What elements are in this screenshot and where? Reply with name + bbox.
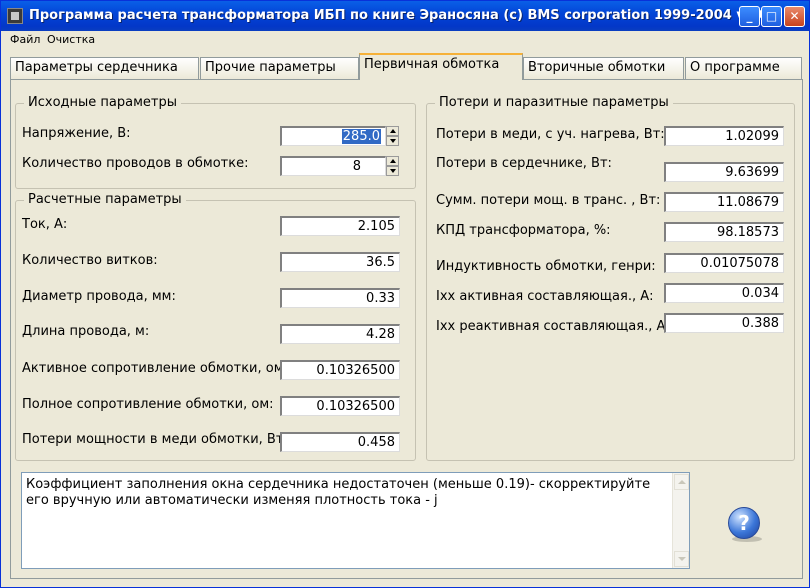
- message-textarea[interactable]: Коэффициент заполнения окна сердечника н…: [21, 472, 690, 569]
- active-resistance-value[interactable]: 0.10326500: [280, 360, 400, 380]
- maximize-button[interactable]: □: [761, 6, 782, 27]
- ixx-reactive-value[interactable]: 0.388: [664, 313, 784, 333]
- title-bar[interactable]: Программа расчета трансформатора ИБП по …: [1, 1, 809, 31]
- tab-primary-winding[interactable]: Первичная обмотка: [359, 53, 523, 80]
- group-title: Потери и паразитные параметры: [435, 95, 673, 110]
- total-loss-label: Сумм. потери мощ. в транс. , Вт:: [436, 193, 661, 208]
- ixx-active-label: Ixx активная составляющая., А:: [436, 289, 654, 304]
- scroll-up-icon[interactable]: [674, 474, 689, 490]
- copper-heat-loss-value[interactable]: 1.02099: [664, 126, 784, 146]
- inductance-value[interactable]: 0.01075078: [664, 253, 784, 273]
- tab-secondary-windings[interactable]: Вторичные обмотки: [523, 57, 684, 79]
- close-button[interactable]: ✕: [784, 6, 805, 27]
- copper-heat-loss-label: Потери в меди, с уч. нагрева, Вт:: [436, 127, 665, 142]
- vertical-scrollbar[interactable]: [672, 473, 689, 568]
- wires-label: Количество проводов в обмотке:: [22, 156, 249, 171]
- current-label: Ток, А:: [22, 217, 68, 232]
- active-resistance-label: Активное сопротивление обмотки, ом:: [22, 361, 288, 376]
- app-icon[interactable]: [7, 8, 23, 24]
- voltage-input[interactable]: 285.0: [280, 126, 386, 146]
- copper-loss-value[interactable]: 0.458: [280, 432, 400, 452]
- menu-clean[interactable]: Очистка: [47, 33, 95, 46]
- menu-file[interactable]: Файл: [10, 33, 40, 46]
- wire-length-label: Длина провода, м:: [22, 324, 150, 339]
- inductance-label: Индуктивность обмотки, генри:: [436, 259, 656, 274]
- core-loss-value[interactable]: 9.63699: [664, 162, 784, 182]
- tab-other-params[interactable]: Прочие параметры: [200, 57, 359, 79]
- scroll-down-icon[interactable]: [674, 551, 689, 567]
- efficiency-value[interactable]: 98.18573: [664, 222, 784, 242]
- wire-length-value[interactable]: 4.28: [280, 324, 400, 344]
- source-params-group: Исходные параметры: [15, 95, 416, 189]
- spin-down-icon[interactable]: [386, 166, 399, 176]
- question-mark-icon: ?: [738, 511, 750, 535]
- copper-loss-label: Потери мощности в меди обмотки, Вт:: [22, 432, 288, 447]
- total-resistance-value[interactable]: 0.10326500: [280, 396, 400, 416]
- tab-strip: Параметры сердечника Прочие параметры Пе…: [1, 49, 809, 80]
- message-text: Коэффициент заполнения окна сердечника н…: [26, 477, 651, 508]
- ixx-reactive-label: Ixx реактивная составляющая., А:: [436, 319, 670, 334]
- current-value[interactable]: 2.105: [280, 216, 400, 236]
- wire-diameter-label: Диаметр провода, мм:: [22, 289, 176, 304]
- group-title: Исходные параметры: [24, 95, 181, 110]
- spin-up-icon[interactable]: [386, 156, 399, 166]
- tab-core-params[interactable]: Параметры сердечника: [10, 57, 199, 79]
- menu-bar: Файл Очистка: [1, 31, 809, 49]
- total-resistance-label: Полное сопротивление обмотки, ом:: [22, 397, 274, 412]
- spin-up-icon[interactable]: [386, 126, 399, 136]
- core-loss-label: Потери в сердечнике, Вт:: [436, 156, 612, 171]
- app-window: Программа расчета трансформатора ИБП по …: [0, 0, 810, 588]
- window-title: Программа расчета трансформатора ИБП по …: [29, 8, 777, 23]
- spin-down-icon[interactable]: [386, 136, 399, 146]
- wires-input[interactable]: 8: [280, 156, 386, 176]
- turns-label: Количество витков:: [22, 253, 158, 268]
- voltage-value: 285.0: [341, 129, 381, 144]
- total-loss-value[interactable]: 11.08679: [664, 192, 784, 212]
- ixx-active-value[interactable]: 0.034: [664, 283, 784, 303]
- efficiency-label: КПД трансформатора, %:: [436, 223, 611, 238]
- voltage-label: Напряжение, В:: [22, 126, 131, 141]
- tab-about[interactable]: О программе: [685, 57, 802, 79]
- voltage-spinner[interactable]: [386, 126, 399, 146]
- turns-value[interactable]: 36.5: [280, 252, 400, 272]
- help-button[interactable]: ?: [728, 507, 760, 539]
- wire-diameter-value[interactable]: 0.33: [280, 288, 400, 308]
- minimize-button[interactable]: _: [739, 6, 760, 27]
- group-title: Расчетные параметры: [24, 192, 186, 207]
- wires-spinner[interactable]: [386, 156, 399, 176]
